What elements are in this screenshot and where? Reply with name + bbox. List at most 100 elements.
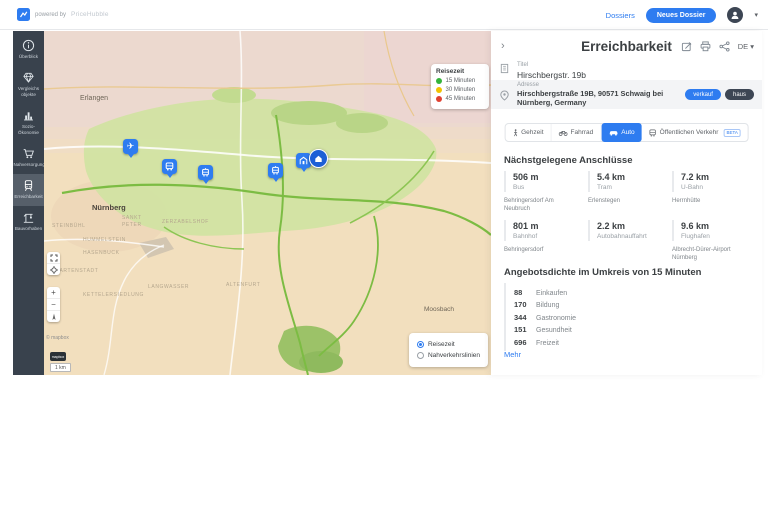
deal-type-badge[interactable]: verkauf <box>685 89 721 100</box>
compass-button[interactable] <box>47 311 60 322</box>
connection-distance: 9.6 km <box>681 221 750 231</box>
radio-unselected-icon <box>417 352 424 359</box>
map-district-label: ALTENFURT <box>226 282 268 289</box>
density-label: Bildung <box>536 302 559 309</box>
legend-label: 45 Minuten <box>446 96 476 102</box>
legend-dot-45min <box>436 96 442 102</box>
connection-mode: Bus <box>513 184 584 191</box>
map-attribution[interactable]: © mapbox <box>46 335 69 341</box>
mode-oeffentlicher-verkehr[interactable]: Öffentlichen Verkehr BETA <box>642 124 748 141</box>
map-district-label: HASENBUCK <box>83 250 127 257</box>
connection-cell: 506 mBus Behringersdorf Am Neubruch <box>504 171 588 213</box>
mode-label: Fahrrad <box>571 129 594 136</box>
density-row: 88Einkaufen <box>514 288 714 297</box>
new-dossier-button[interactable]: Neues Dossier <box>646 8 717 23</box>
sidebar-item-bauvorhaben[interactable]: Bauvorhaben <box>13 206 44 238</box>
account-chevron-down-icon[interactable]: ▾ <box>754 11 758 19</box>
connection-station: Erlenstegen <box>588 197 672 206</box>
connection-station: Behringersdorf Am Neubruch <box>504 197 588 214</box>
connections-grid: 506 mBus Behringersdorf Am Neubruch 5.4 … <box>504 171 754 263</box>
details-panel: › Erreichbarkeit DE ▾ Titel Hirschbergst… <box>491 31 762 375</box>
brand-name: PriceHubble <box>71 11 109 18</box>
sidebar-item-sozio-oekonomie[interactable]: Sozio-Ökonomie <box>13 104 44 142</box>
brand-logo: powered by PriceHubble <box>17 8 109 21</box>
density-section-title: Angebotsdichte im Umkreis von 15 Minuten <box>504 267 701 278</box>
map-district-label: STEINBÜHL <box>52 223 92 230</box>
map-marker-airport[interactable]: ✈ <box>123 139 138 154</box>
address-label: Adresse <box>517 82 678 88</box>
density-row: 170Bildung <box>514 300 714 309</box>
share-icon <box>719 41 730 52</box>
radio-reisezeit[interactable]: Reisezeit <box>417 341 480 348</box>
map-zoom-controls: + − <box>47 287 60 322</box>
connection-distance: 801 m <box>513 221 584 231</box>
share-button[interactable] <box>719 41 730 52</box>
sidebar-item-vergleichsobjekte[interactable]: Vergleichs objekte <box>13 66 44 104</box>
mode-gehzeit[interactable]: Gehzeit <box>505 124 551 141</box>
connection-cell: 801 mBahnhof Behringersdorf <box>504 220 588 262</box>
top-bar: powered by PriceHubble Dossiers Neues Do… <box>0 0 768 30</box>
sidebar-item-erreichbarkeit[interactable]: Erreichbarkeit <box>13 174 44 206</box>
sidebar-item-label: Nahversorgung <box>14 162 44 168</box>
connection-cell: 9.6 km Flughafen Albrecht-Dürer-Airport N… <box>672 220 754 262</box>
connection-mode: Tram <box>597 184 668 191</box>
fullscreen-button[interactable] <box>47 252 60 264</box>
tram-stop-icon <box>271 166 280 175</box>
density-label: Freizeit <box>536 340 559 347</box>
map-district-label: ZERZABELSHOF <box>162 219 218 226</box>
sidebar-item-ueberblick[interactable]: Überblick <box>13 34 44 66</box>
printer-icon <box>700 41 711 52</box>
map-marker-tram[interactable] <box>198 165 213 180</box>
user-avatar[interactable] <box>727 7 743 23</box>
legend-title: Reisezeit <box>436 68 484 75</box>
walk-icon <box>512 129 518 137</box>
radio-label: Reisezeit <box>428 341 455 348</box>
mode-fahrrad[interactable]: Fahrrad <box>552 124 602 141</box>
language-value: DE <box>738 42 748 51</box>
app-window: powered by PriceHubble Dossiers Neues Do… <box>0 0 768 512</box>
mode-label: Öffentlichen Verkehr <box>660 129 719 136</box>
map-district-label: KETTELERSIEDLUNG <box>83 292 153 299</box>
map-canvas[interactable]: Erlangen Nürnberg Moosbach Feucht SANKT … <box>44 31 491 375</box>
connection-station: Behringersdorf <box>504 246 588 255</box>
map-marker-home[interactable] <box>309 149 328 168</box>
more-link[interactable]: Mehr <box>504 350 521 359</box>
mapbox-logo[interactable]: mapbox <box>50 352 66 361</box>
density-list: 88Einkaufen 170Bildung 344Gastronomie 15… <box>504 283 714 351</box>
edit-button[interactable] <box>681 41 692 52</box>
connection-distance: 5.4 km <box>597 172 668 182</box>
crane-icon <box>22 211 35 224</box>
map-marker-bus[interactable] <box>162 159 177 174</box>
connection-distance: 2.2 km <box>597 221 668 231</box>
property-type-badge[interactable]: haus <box>725 89 754 100</box>
transit-icon <box>649 129 657 137</box>
sidebar-item-nahversorgung[interactable]: Nahversorgung <box>13 142 44 174</box>
mode-auto[interactable]: Auto <box>601 123 641 142</box>
locate-button[interactable] <box>47 264 60 275</box>
density-count: 88 <box>514 288 527 297</box>
print-button[interactable] <box>700 41 711 52</box>
connection-distance: 7.2 km <box>681 172 750 182</box>
connection-cell: 7.2 kmU-Bahn Herrnhütte <box>672 171 754 213</box>
radio-nahverkehrslinien[interactable]: Nahverkehrslinien <box>417 352 480 359</box>
tram-icon <box>201 168 210 177</box>
gem-icon <box>22 71 35 84</box>
travel-time-legend: Reisezeit 15 Minuten 30 Minuten 45 Minut… <box>431 64 489 109</box>
density-row: 344 Gastronomie <box>514 313 714 322</box>
map-pin-icon <box>499 90 510 101</box>
map-marker-tram-stop[interactable] <box>268 163 283 178</box>
connection-station: Albrecht-Dürer-Airport Nürnberg <box>672 246 754 263</box>
legend-label: 15 Minuten <box>446 78 476 84</box>
connection-cell: 2.2 kmAutobahnauffahrt <box>588 220 672 262</box>
density-count: 344 <box>514 313 527 322</box>
map-city-label: Nürnberg <box>92 203 126 212</box>
sidebar-item-label: Erreichbarkeit <box>14 194 42 200</box>
property-title-value: Hirschbergstr. 19b <box>517 70 586 80</box>
language-selector[interactable]: DE ▾ <box>738 42 754 51</box>
density-label: Gastronomie <box>536 315 576 322</box>
dossiers-link[interactable]: Dossiers <box>606 11 635 20</box>
zoom-in-button[interactable]: + <box>47 287 60 299</box>
zoom-out-button[interactable]: − <box>47 299 60 311</box>
station-icon <box>299 156 308 165</box>
connection-mode: Flughafen <box>681 233 750 240</box>
